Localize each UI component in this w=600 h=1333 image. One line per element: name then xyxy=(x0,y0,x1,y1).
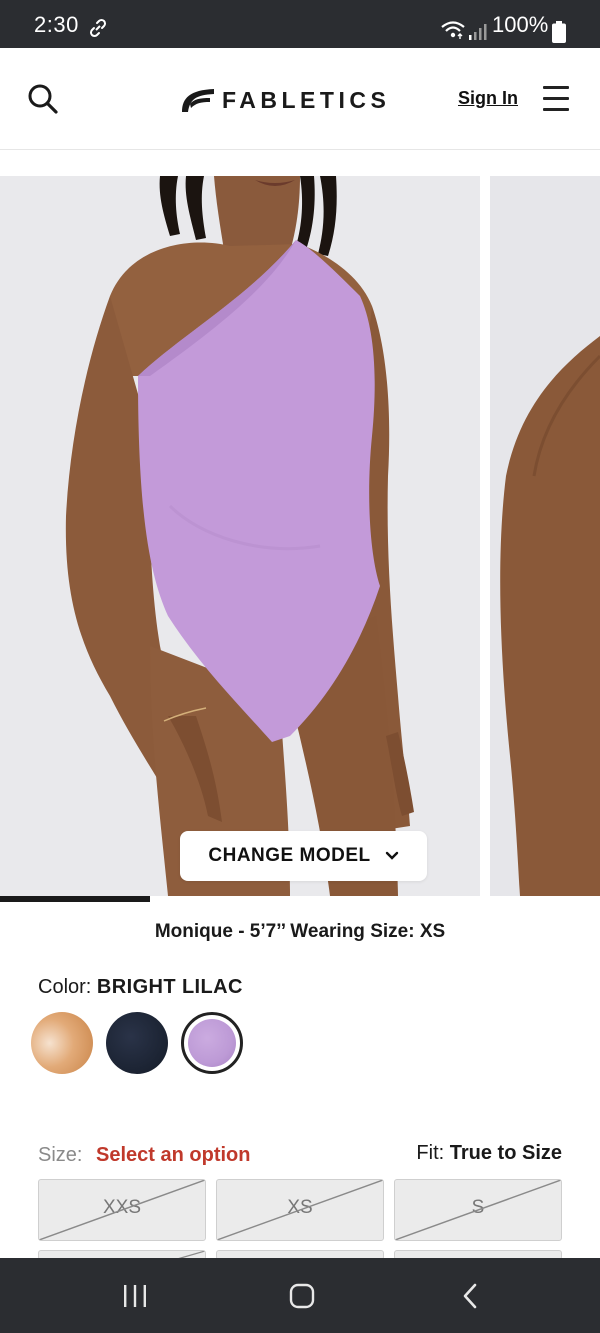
recent-apps-icon[interactable] xyxy=(122,1284,148,1308)
swatch-bright-lilac[interactable] xyxy=(181,1012,243,1074)
unavailable-strike xyxy=(39,1180,205,1240)
site-header: FABLETICS Sign In xyxy=(0,48,600,150)
product-image-next[interactable] xyxy=(490,176,600,896)
fit-info: Fit: True to Size xyxy=(416,1142,562,1165)
model-info: Monique - 5’7’’ Wearing Size: XS xyxy=(154,921,446,942)
sign-in-link[interactable]: Sign In xyxy=(458,88,518,109)
unavailable-strike xyxy=(395,1180,561,1240)
brand-name: FABLETICS xyxy=(222,86,391,113)
home-icon[interactable] xyxy=(289,1283,315,1309)
carousel-progress xyxy=(0,896,600,902)
swatch-nude[interactable] xyxy=(31,1012,93,1074)
model-photo-next xyxy=(490,176,600,896)
fabletics-logo-icon xyxy=(182,89,214,112)
size-label: Size: xyxy=(38,1144,83,1166)
color-value: BRIGHT LILAC xyxy=(96,976,243,998)
link-icon xyxy=(89,18,107,38)
carousel-progress-fill xyxy=(0,896,150,902)
color-label: Color: xyxy=(38,976,92,998)
battery-icon xyxy=(552,21,566,43)
size-option-xxs[interactable]: XXS xyxy=(38,1179,206,1241)
change-model-label: CHANGE MODEL xyxy=(208,845,371,866)
size-prompt: Select an option xyxy=(96,1144,251,1166)
brand-logo[interactable]: FABLETICS xyxy=(180,84,390,116)
hamburger-menu-icon[interactable] xyxy=(543,86,569,112)
signal-icon xyxy=(469,24,487,40)
system-nav-bar xyxy=(0,1258,600,1333)
status-time: 2:30 xyxy=(34,12,79,37)
change-model-button[interactable]: CHANGE MODEL xyxy=(180,831,427,881)
status-bar: 2:30 100% xyxy=(0,0,600,48)
wifi-icon xyxy=(441,21,465,39)
fit-label: Fit: xyxy=(416,1142,445,1164)
chevron-down-icon xyxy=(385,851,398,860)
product-image-carousel[interactable]: CHANGE MODEL xyxy=(0,176,600,902)
color-heading: Color: BRIGHT LILAC xyxy=(38,976,243,999)
size-option-xs[interactable]: XS xyxy=(216,1179,384,1241)
model-photo xyxy=(0,176,480,896)
search-icon[interactable] xyxy=(26,82,60,116)
product-page: 2:30 100% FABLETICS Sign In CHANGE MODEL… xyxy=(0,0,600,1333)
size-option-s[interactable]: S xyxy=(394,1179,562,1241)
back-icon[interactable] xyxy=(461,1283,479,1309)
swatch-navy[interactable] xyxy=(106,1012,168,1074)
product-image-main[interactable]: CHANGE MODEL xyxy=(0,176,480,896)
fit-value: True to Size xyxy=(449,1142,562,1164)
battery-percent: 100% xyxy=(492,12,549,37)
unavailable-strike xyxy=(217,1180,383,1240)
